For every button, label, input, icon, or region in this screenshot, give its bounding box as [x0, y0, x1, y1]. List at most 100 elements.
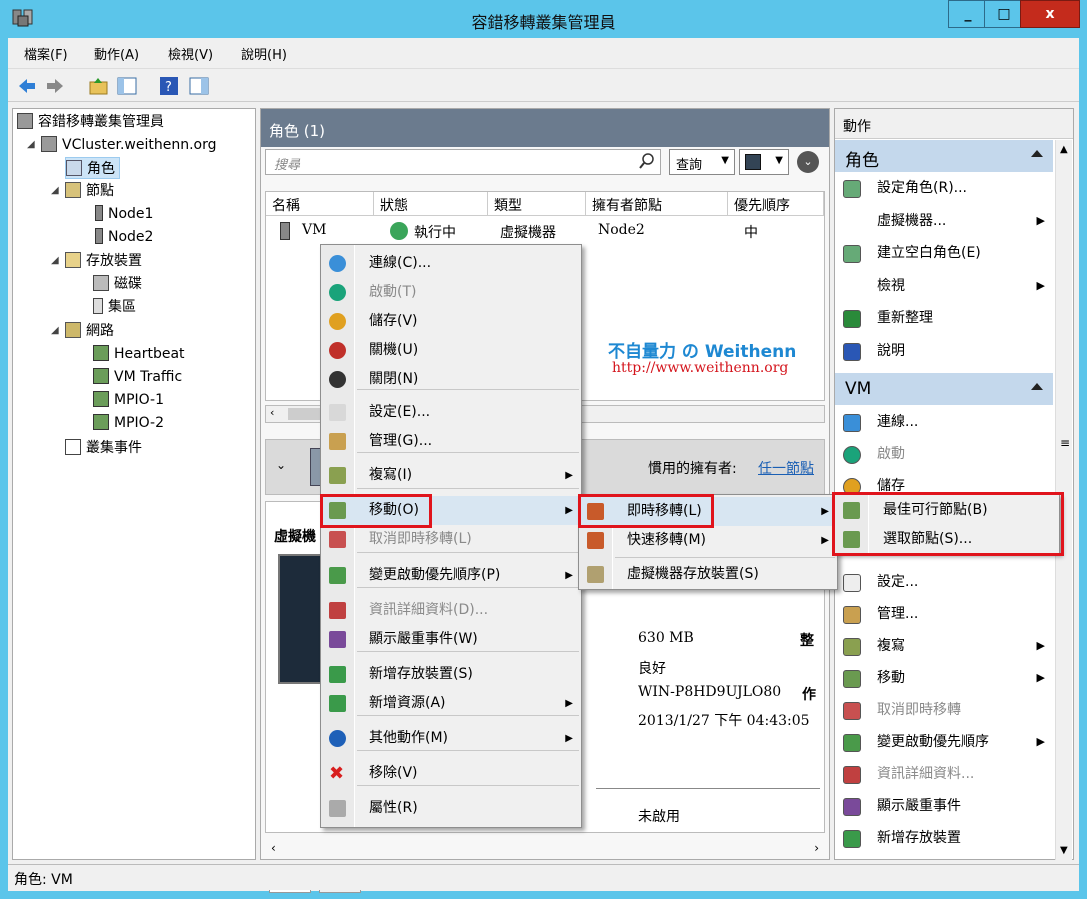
- row-name: VM: [302, 222, 327, 238]
- row-status: 執行中: [414, 225, 456, 241]
- context-item-2[interactable]: 儲存(V): [321, 307, 581, 336]
- action-icon: [843, 766, 861, 784]
- scroll-left-icon[interactable]: ‹: [271, 841, 276, 855]
- action-vm-13[interactable]: 新增存放裝置: [835, 823, 1053, 853]
- minimize-button[interactable]: _: [948, 0, 988, 28]
- search-input[interactable]: 搜尋: [265, 149, 661, 175]
- menu-action[interactable]: 動作(A): [94, 44, 139, 63]
- move-item-1[interactable]: 快速移轉(M) ▶: [579, 526, 837, 555]
- context-item-4[interactable]: 關閉(N): [321, 365, 581, 394]
- context-item-12[interactable]: 顯示嚴重事件(W): [321, 625, 581, 654]
- collapse-up-icon[interactable]: [1031, 150, 1043, 157]
- menu-help[interactable]: 說明(H): [241, 44, 287, 63]
- action-vm-10[interactable]: 變更啟動優先順序 ▶: [835, 727, 1053, 757]
- scroll-grip-icon[interactable]: ≡: [1060, 436, 1070, 450]
- search-icon[interactable]: [639, 153, 655, 173]
- tree-networks[interactable]: 網路: [65, 320, 114, 342]
- context-item-15[interactable]: 其他動作(M) ▶: [321, 724, 581, 753]
- tree-storage[interactable]: 存放裝置: [65, 250, 142, 272]
- forward-arrow-icon[interactable]: [44, 75, 66, 97]
- action-vm-8[interactable]: 移動 ▶: [835, 663, 1053, 693]
- tree-disks[interactable]: 磁碟: [93, 273, 142, 295]
- collapse-chevron-icon[interactable]: ⌄: [797, 151, 819, 173]
- action-roles-0[interactable]: 設定角色(R)...: [835, 173, 1053, 203]
- server-icon: [95, 205, 103, 221]
- scroll-right-icon[interactable]: ›: [814, 841, 819, 855]
- tree-cluster-events[interactable]: 叢集事件: [65, 437, 142, 459]
- action-roles-3[interactable]: 檢視 ▶: [835, 271, 1053, 301]
- action-vm-7[interactable]: 複寫 ▶: [835, 631, 1053, 661]
- scroll-up-icon[interactable]: ▲: [1060, 144, 1068, 155]
- folder-up-icon[interactable]: [88, 75, 110, 97]
- expand-chevron-icon[interactable]: ⌄: [276, 458, 286, 472]
- tree-roles[interactable]: 角色: [65, 157, 120, 179]
- scroll-left-icon[interactable]: ‹: [270, 406, 274, 419]
- context-item-14[interactable]: 新增資源(A) ▶: [321, 689, 581, 718]
- close-button[interactable]: x: [1020, 0, 1080, 28]
- collapse-up-icon[interactable]: [1031, 383, 1043, 390]
- context-item-9[interactable]: 取消即時移轉(L): [321, 525, 581, 554]
- submenu-arrow-icon: ▶: [1036, 735, 1045, 748]
- tree-net-mpio1[interactable]: MPIO-1: [93, 389, 164, 411]
- context-item-10[interactable]: 變更啟動優先順序(P) ▶: [321, 561, 581, 590]
- action-vm-5[interactable]: 設定...: [835, 567, 1053, 597]
- tree-root[interactable]: 容錯移轉叢集管理員: [17, 111, 164, 133]
- menu-file[interactable]: 檔案(F): [24, 44, 68, 63]
- column-header-name[interactable]: 名稱: [266, 192, 374, 216]
- collapse-triangle-icon[interactable]: ◢: [51, 255, 59, 266]
- context-item-3[interactable]: 關機(U): [321, 336, 581, 365]
- tree-cluster[interactable]: VCluster.weithenn.org: [41, 134, 217, 156]
- action-vm-1[interactable]: 啟動: [835, 439, 1053, 469]
- action-roles-2[interactable]: 建立空白角色(E): [835, 238, 1053, 268]
- scroll-down-icon[interactable]: ▼: [1060, 845, 1068, 856]
- column-header-priority[interactable]: 優先順序: [728, 192, 824, 216]
- menu-view[interactable]: 檢視(V): [168, 44, 213, 63]
- section-vm[interactable]: VM: [835, 373, 1053, 405]
- action-roles-1[interactable]: 虛擬機器... ▶: [835, 206, 1053, 236]
- context-item-16[interactable]: ✖ 移除(V): [321, 759, 581, 788]
- tree-pools[interactable]: 集區: [93, 296, 136, 318]
- storage-icon: [65, 252, 81, 268]
- collapse-triangle-icon[interactable]: ◢: [27, 139, 35, 150]
- tree-net-heartbeat[interactable]: Heartbeat: [93, 343, 185, 365]
- action-vm-0[interactable]: 連線...: [835, 407, 1053, 437]
- move-item-2[interactable]: 虛擬機器存放裝置(S): [579, 560, 837, 589]
- context-item-17[interactable]: 屬性(R): [321, 794, 581, 823]
- context-item-5[interactable]: 設定(E)...: [321, 398, 581, 427]
- action-vm-9[interactable]: 取消即時移轉: [835, 695, 1053, 725]
- section-roles[interactable]: 角色: [835, 140, 1053, 172]
- action-vm-12[interactable]: 顯示嚴重事件: [835, 791, 1053, 821]
- tree-nodes[interactable]: 節點: [65, 180, 114, 202]
- watermark-url: http://www.weithenn.org: [612, 360, 789, 376]
- tree-node2[interactable]: Node2: [95, 226, 153, 248]
- help-icon[interactable]: ?: [158, 75, 180, 97]
- column-header-type[interactable]: 類型: [488, 192, 586, 216]
- collapse-triangle-icon[interactable]: ◢: [51, 325, 59, 336]
- context-item-1[interactable]: 啟動(T): [321, 278, 581, 307]
- context-item-6[interactable]: 管理(G)...: [321, 427, 581, 456]
- tree-net-mpio2[interactable]: MPIO-2: [93, 412, 164, 434]
- action-vm-11[interactable]: 資訊詳細資料...: [835, 759, 1053, 789]
- action-roles-4[interactable]: 重新整理: [835, 303, 1053, 333]
- action-icon: [843, 638, 861, 656]
- horizontal-scrollbar[interactable]: ‹ ›: [265, 841, 825, 859]
- context-item-7[interactable]: 複寫(I) ▶: [321, 461, 581, 490]
- context-item-13[interactable]: 新增存放裝置(S): [321, 660, 581, 689]
- column-header-owner[interactable]: 擁有者節點: [586, 192, 728, 216]
- table-row[interactable]: VM 執行中 虛擬機器 Node2 中: [266, 218, 824, 244]
- back-arrow-icon[interactable]: [16, 75, 38, 97]
- column-header-status[interactable]: 狀態: [374, 192, 488, 216]
- preferred-owner-link[interactable]: 任一節點: [758, 458, 814, 478]
- tree-node1[interactable]: Node1: [95, 203, 153, 225]
- action-vm-6[interactable]: 管理...: [835, 599, 1053, 629]
- collapse-triangle-icon[interactable]: ◢: [51, 185, 59, 196]
- context-item-11[interactable]: 資訊詳細資料(D)...: [321, 596, 581, 625]
- show-pane-icon[interactable]: [116, 75, 138, 97]
- save-query-button[interactable]: ▼: [739, 149, 789, 175]
- maximize-button[interactable]: □: [984, 0, 1024, 28]
- context-item-0[interactable]: 連線(C)...: [321, 249, 581, 278]
- action-pane-icon[interactable]: [188, 75, 210, 97]
- query-button[interactable]: 查詢 ▼: [669, 149, 735, 175]
- action-roles-5[interactable]: 說明: [835, 336, 1053, 366]
- tree-net-vmtraffic[interactable]: VM Traffic: [93, 366, 182, 388]
